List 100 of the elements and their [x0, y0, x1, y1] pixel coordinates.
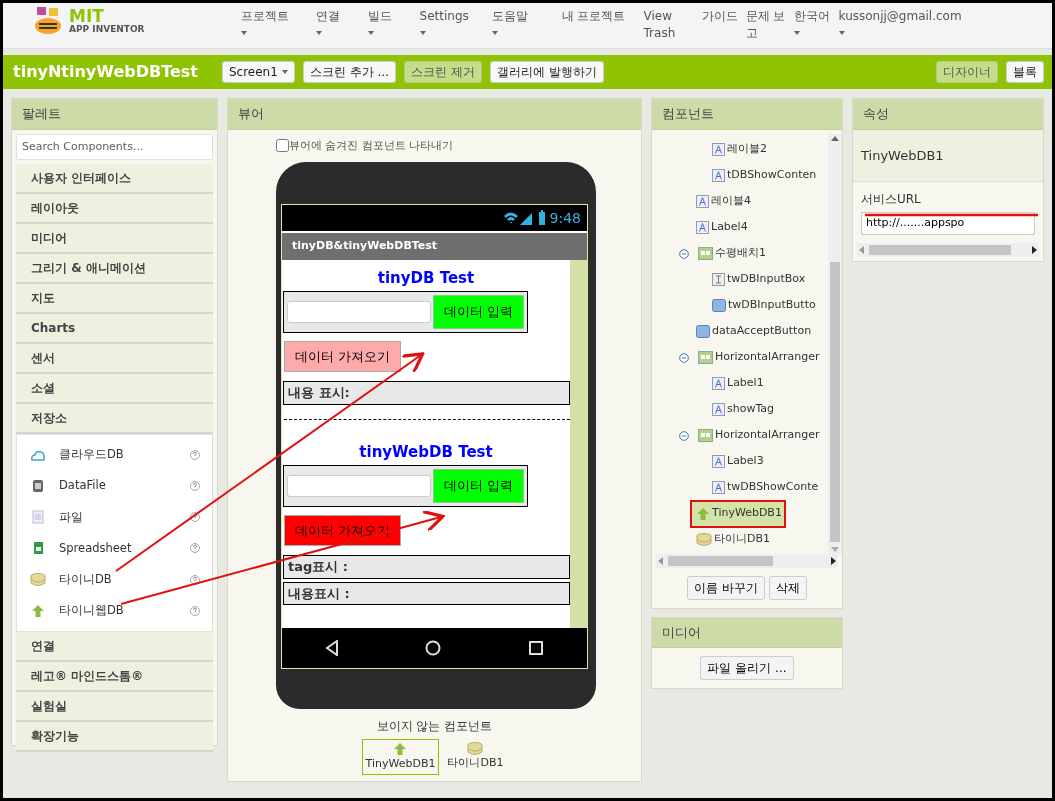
- app-label: 내용 표시:: [283, 381, 570, 405]
- back-icon[interactable]: [325, 639, 340, 656]
- help-icon[interactable]: [190, 574, 200, 585]
- cloud-icon: [30, 448, 46, 461]
- toolbar-button[interactable]: Screen1: [221, 61, 295, 83]
- checkbox-label[interactable]: 뷰어에 숨겨진 컴포넌트 나타내기: [289, 137, 454, 154]
- app-button[interactable]: 데이터 가져오기: [284, 340, 402, 372]
- collapse-icon[interactable]: [679, 248, 689, 259]
- help-icon[interactable]: [190, 480, 200, 491]
- menu-item[interactable]: 문제 보고: [745, 3, 794, 42]
- menu-item[interactable]: 빌드: [367, 3, 420, 42]
- up-arrow-icon: [393, 741, 408, 756]
- palette-category[interactable]: 레고® 마인드스톰®: [16, 661, 213, 692]
- recents-icon[interactable]: [527, 639, 544, 656]
- tree-item[interactable]: showTag: [712, 397, 777, 422]
- tree-item[interactable]: tDBShowConten: [712, 163, 819, 188]
- palette-category[interactable]: 확장기능: [16, 721, 213, 752]
- palette-category[interactable]: 지도: [16, 284, 213, 314]
- menu-item[interactable]: 도움말: [491, 3, 562, 42]
- menu-item[interactable]: 연결: [315, 3, 368, 42]
- app-button[interactable]: 데이터 입력: [432, 469, 524, 503]
- home-icon[interactable]: [425, 639, 442, 656]
- document-icon: [32, 510, 44, 525]
- palette-item[interactable]: 클라우드DB: [17, 439, 212, 471]
- help-icon[interactable]: [190, 543, 200, 554]
- upload-button[interactable]: 파일 올리기 ...: [700, 656, 794, 680]
- url-field[interactable]: http://.......appspo: [861, 212, 1035, 235]
- palette-category[interactable]: Charts: [16, 314, 213, 344]
- palette-category[interactable]: 실험실: [16, 691, 213, 722]
- horizontal-scrollbar[interactable]: [857, 242, 1039, 257]
- help-icon[interactable]: [190, 605, 200, 616]
- tree-item[interactable]: HorizontalArranger: [696, 345, 822, 370]
- text-input[interactable]: [287, 300, 431, 323]
- logo-subtitle: APP INVENTOR: [69, 25, 145, 34]
- palette-category[interactable]: 센서: [16, 344, 213, 374]
- app-button[interactable]: 데이터 가져오기: [284, 514, 402, 546]
- tree-item[interactable]: 타이니DB1: [696, 527, 772, 552]
- vertical-scrollbar[interactable]: [828, 133, 842, 554]
- palette-item[interactable]: Spreadsheet: [17, 532, 212, 564]
- component-button[interactable]: 이름 바꾸기: [687, 575, 765, 600]
- palette-category[interactable]: 저장소: [16, 404, 213, 434]
- database-icon: [467, 741, 484, 755]
- tree-item[interactable]: 수평배치1: [696, 241, 768, 266]
- tree-item[interactable]: Label4: [696, 215, 750, 240]
- scroll-right-icon[interactable]: [830, 555, 838, 566]
- component-button[interactable]: 삭제: [768, 575, 807, 600]
- nonvisible-component[interactable]: 타이니DB1: [443, 738, 508, 775]
- toolbar-button[interactable]: 스크린 추가 ...: [302, 61, 396, 83]
- search-field[interactable]: Search Components...: [16, 133, 213, 160]
- database-icon: [30, 573, 46, 587]
- menu-item[interactable]: 한국어: [793, 3, 839, 42]
- tree-item[interactable]: dataAcceptButton: [696, 319, 814, 344]
- menu-item[interactable]: kussonjj@gmail.com: [838, 3, 979, 42]
- panel-title: 팔레트: [12, 99, 217, 130]
- view-button[interactable]: 디자이너: [936, 61, 998, 83]
- horizontal-scrollbar[interactable]: [656, 553, 838, 568]
- button-icon: [712, 299, 726, 312]
- menu-item[interactable]: 프로젝트: [240, 3, 316, 42]
- tree-item[interactable]: 레이블4: [696, 189, 753, 214]
- menu-item[interactable]: Settings: [419, 3, 492, 42]
- tree-item[interactable]: TinyWebDB1: [692, 501, 784, 526]
- app-button[interactable]: 데이터 입력: [432, 295, 524, 329]
- tree-item[interactable]: twDBInputBox: [712, 267, 808, 292]
- help-icon[interactable]: [190, 512, 200, 523]
- menu-item[interactable]: 내 프로젝트: [561, 3, 644, 42]
- palette-category[interactable]: 레이아웃: [16, 194, 213, 224]
- collapse-icon[interactable]: [679, 430, 689, 441]
- database-icon: [696, 533, 712, 546]
- checkbox[interactable]: [276, 139, 289, 153]
- view-button[interactable]: 블록: [1006, 61, 1044, 83]
- palette-item[interactable]: 타이니DB: [17, 564, 212, 596]
- scroll-left-icon[interactable]: [857, 244, 865, 255]
- palette-category[interactable]: 연결: [16, 631, 213, 662]
- palette-category[interactable]: 미디어: [16, 224, 213, 254]
- palette-item[interactable]: 파일: [17, 501, 212, 533]
- text-input[interactable]: [287, 474, 431, 497]
- layout-icon: [698, 429, 713, 442]
- palette-category[interactable]: 사용자 인터페이스: [16, 164, 213, 194]
- toolbar-button[interactable]: 갤러리에 발행하기: [489, 61, 604, 83]
- tree-item[interactable]: twDBShowConte: [712, 475, 821, 500]
- tree-item[interactable]: Label3: [712, 449, 766, 474]
- panel-title: 미디어: [652, 617, 842, 648]
- palette-item[interactable]: DataFile: [17, 470, 212, 502]
- tree-item[interactable]: 레이블2: [712, 137, 769, 162]
- collapse-icon[interactable]: [679, 352, 689, 363]
- tree-item[interactable]: twDBInputButto: [712, 293, 818, 318]
- tree-item[interactable]: HorizontalArranger: [696, 423, 822, 448]
- palette-category[interactable]: 소셜: [16, 374, 213, 404]
- tree-item[interactable]: Label1: [712, 371, 766, 396]
- scroll-left-icon[interactable]: [656, 555, 664, 566]
- palette-category[interactable]: 그리기 & 애니메이션: [16, 254, 213, 284]
- help-icon[interactable]: [190, 449, 200, 460]
- panel-title: 속성: [853, 99, 1043, 130]
- label-icon: [712, 143, 725, 156]
- nonvisible-component[interactable]: TinyWebDB1: [361, 738, 440, 775]
- app-heading: tinyDB Test: [376, 267, 476, 289]
- palette-item[interactable]: 타이니웹DB: [17, 595, 212, 627]
- scroll-right-icon[interactable]: [1031, 244, 1039, 255]
- menu-item[interactable]: 가이드: [701, 3, 746, 42]
- menu-item[interactable]: View Trash: [643, 3, 702, 42]
